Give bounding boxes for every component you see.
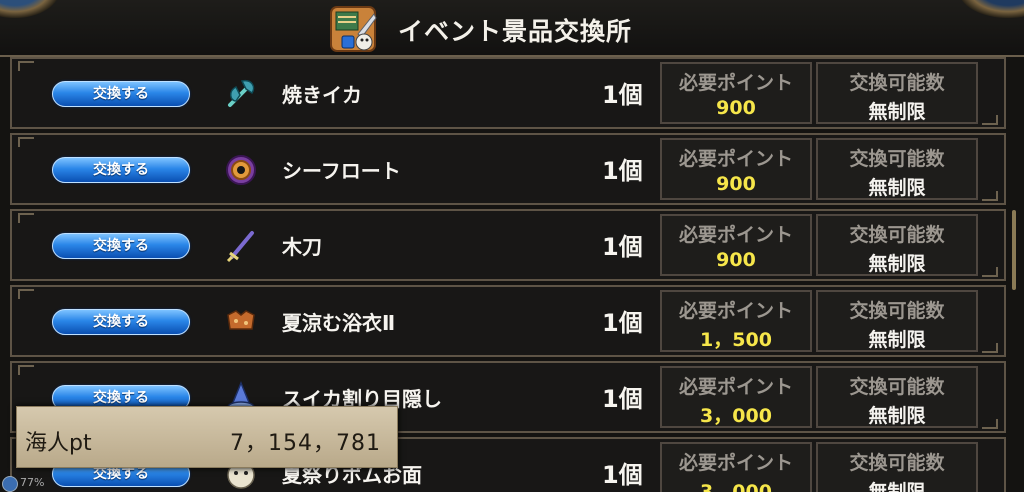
frame-corner-decoration: [18, 289, 34, 299]
item-quantity: 1個: [602, 157, 643, 185]
frame-corner-decoration: [982, 191, 998, 201]
reward-row: 交換する シーフロート 1個 必要ポイント 900 交換可能数 無制限: [10, 133, 1006, 205]
ring-icon: [222, 151, 260, 189]
page-title: イベント景品交換所: [398, 17, 633, 46]
axe-icon: [222, 75, 260, 113]
exchange-limit-label: 交換可能数: [849, 300, 945, 322]
event-points-label: 海人pt: [25, 431, 92, 456]
reward-row: 交換する 焼きイカ 1個 必要ポイント 900 交換可能数 無制限: [10, 57, 1006, 129]
required-points-label: 必要ポイント: [678, 72, 793, 94]
event-points-value: 7，154，781: [230, 431, 381, 456]
exchange-limit-box: 交換可能数 無制限: [816, 366, 978, 428]
item-quantity: 1個: [602, 233, 643, 261]
required-points-label: 必要ポイント: [678, 148, 793, 170]
exchange-limit-value: 無制限: [868, 329, 926, 351]
exchange-limit-box: 交換可能数 無制限: [816, 138, 978, 200]
exchange-limit-label: 交換可能数: [849, 72, 945, 94]
exchange-limit-value: 無制限: [868, 253, 926, 275]
menu-orb-icon[interactable]: [0, 0, 60, 18]
exchange-limit-box: 交換可能数 無制限: [816, 62, 978, 124]
battery-level: 77%: [20, 476, 45, 489]
item-quantity: 1個: [602, 309, 643, 337]
required-points-box: 必要ポイント 900: [660, 138, 812, 200]
frame-corner-decoration: [18, 365, 34, 375]
frame-corner-decoration: [18, 61, 34, 71]
required-points-box: 必要ポイント 3，000: [660, 366, 812, 428]
reward-row: 交換する 夏涼む浴衣Ⅱ 1個 必要ポイント 1，500 交換可能数 無制限: [10, 285, 1006, 357]
item-quantity: 1個: [602, 81, 643, 109]
required-points-label: 必要ポイント: [678, 452, 793, 474]
item-name: 木刀: [282, 235, 322, 259]
event-points-panel: 海人pt 7，154，781: [16, 406, 398, 468]
required-points-box: 必要ポイント 900: [660, 62, 812, 124]
exchange-limit-box: 交換可能数 無制限: [816, 290, 978, 352]
required-points-value: 900: [716, 173, 756, 195]
exchange-button[interactable]: 交換する: [52, 309, 190, 335]
exchange-limit-label: 交換可能数: [849, 376, 945, 398]
frame-corner-decoration: [18, 137, 34, 147]
required-points-value: 900: [716, 97, 756, 119]
required-points-label: 必要ポイント: [678, 224, 793, 246]
required-points-box: 必要ポイント 900: [660, 214, 812, 276]
exchange-limit-value: 無制限: [868, 405, 926, 427]
exchange-limit-box: 交換可能数 無制限: [816, 442, 978, 492]
exchange-limit-value: 無制限: [868, 101, 926, 123]
wooden-sword-icon: [222, 227, 260, 265]
item-name: シーフロート: [282, 159, 401, 183]
exchange-limit-value: 無制限: [868, 481, 926, 492]
exchange-button[interactable]: 交換する: [52, 233, 190, 259]
required-points-value: 1，500: [700, 329, 772, 351]
item-quantity: 1個: [602, 385, 643, 413]
event-exchange-icon: [328, 4, 380, 56]
item-quantity: 1個: [602, 461, 643, 489]
frame-corner-decoration: [982, 343, 998, 353]
item-name: 焼きイカ: [282, 83, 362, 107]
header-bar: イベント景品交換所: [0, 0, 1024, 57]
required-points-label: 必要ポイント: [678, 376, 793, 398]
frame-corner-decoration: [18, 213, 34, 223]
frame-corner-decoration: [982, 267, 998, 277]
exchange-limit-value: 無制限: [868, 177, 926, 199]
item-name: 夏涼む浴衣Ⅱ: [282, 311, 396, 335]
required-points-box: 必要ポイント 3，000: [660, 442, 812, 492]
required-points-label: 必要ポイント: [678, 300, 793, 322]
required-points-value: 3，000: [700, 481, 772, 492]
status-indicator: 77%: [0, 474, 110, 492]
yukata-icon: [222, 303, 260, 341]
exchange-limit-box: 交換可能数 無制限: [816, 214, 978, 276]
exchange-limit-label: 交換可能数: [849, 148, 945, 170]
required-points-value: 900: [716, 249, 756, 271]
frame-corner-decoration: [982, 115, 998, 125]
list-scrollbar[interactable]: [1012, 210, 1016, 290]
frame-corner-decoration: [982, 419, 998, 429]
exchange-limit-label: 交換可能数: [849, 452, 945, 474]
reward-row: 交換する 木刀 1個 必要ポイント 900 交換可能数 無制限: [10, 209, 1006, 281]
menu-orb-right-icon[interactable]: [958, 0, 1024, 18]
exchange-limit-label: 交換可能数: [849, 224, 945, 246]
required-points-value: 3，000: [700, 405, 772, 427]
battery-icon: [2, 476, 18, 492]
required-points-box: 必要ポイント 1，500: [660, 290, 812, 352]
exchange-button[interactable]: 交換する: [52, 157, 190, 183]
exchange-button[interactable]: 交換する: [52, 81, 190, 107]
